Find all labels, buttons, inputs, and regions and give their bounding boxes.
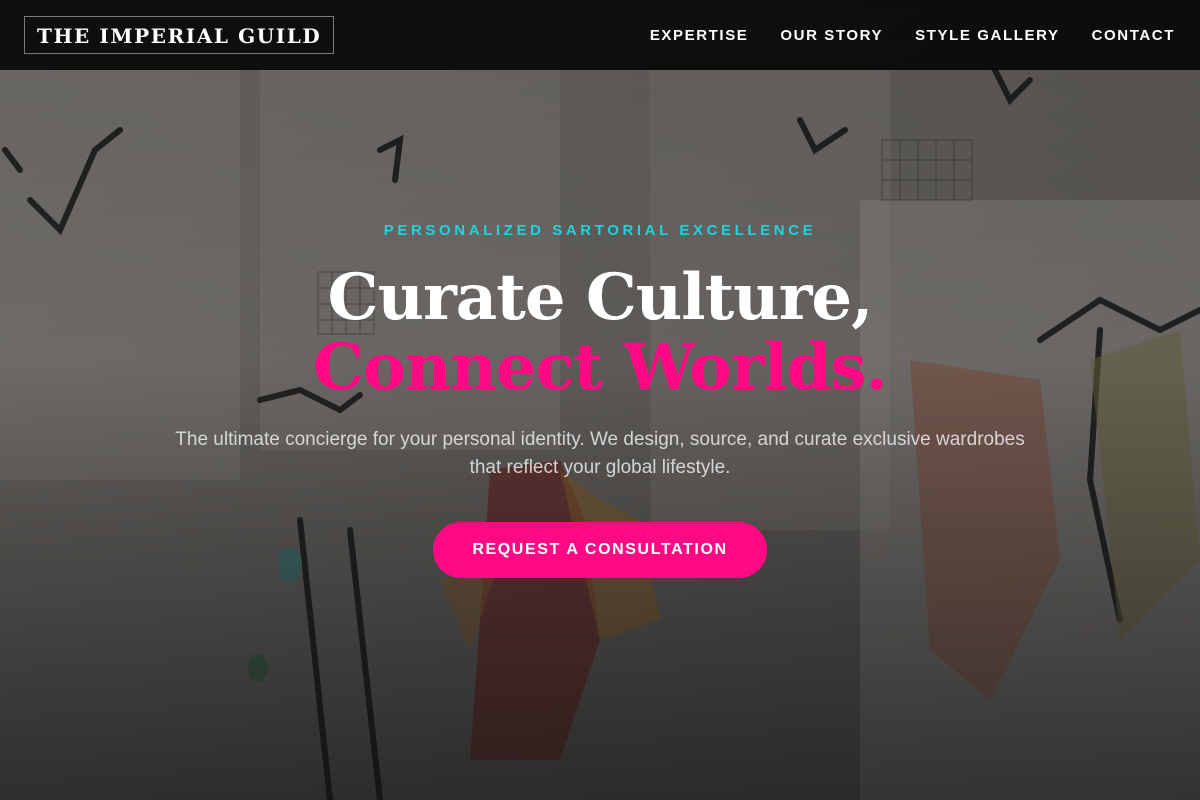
hero-section: PERSONALIZED SARTORIAL EXCELLENCE Curate… xyxy=(0,0,1200,800)
hero-eyebrow: PERSONALIZED SARTORIAL EXCELLENCE xyxy=(383,222,817,239)
hero-headline-line1: Curate Culture, xyxy=(327,260,874,335)
hero-headline-line2: Connect Worlds. xyxy=(313,330,888,405)
hero-subtext: The ultimate concierge for your personal… xyxy=(175,429,1025,478)
request-consultation-button[interactable]: REQUEST A CONSULTATION xyxy=(433,522,767,578)
